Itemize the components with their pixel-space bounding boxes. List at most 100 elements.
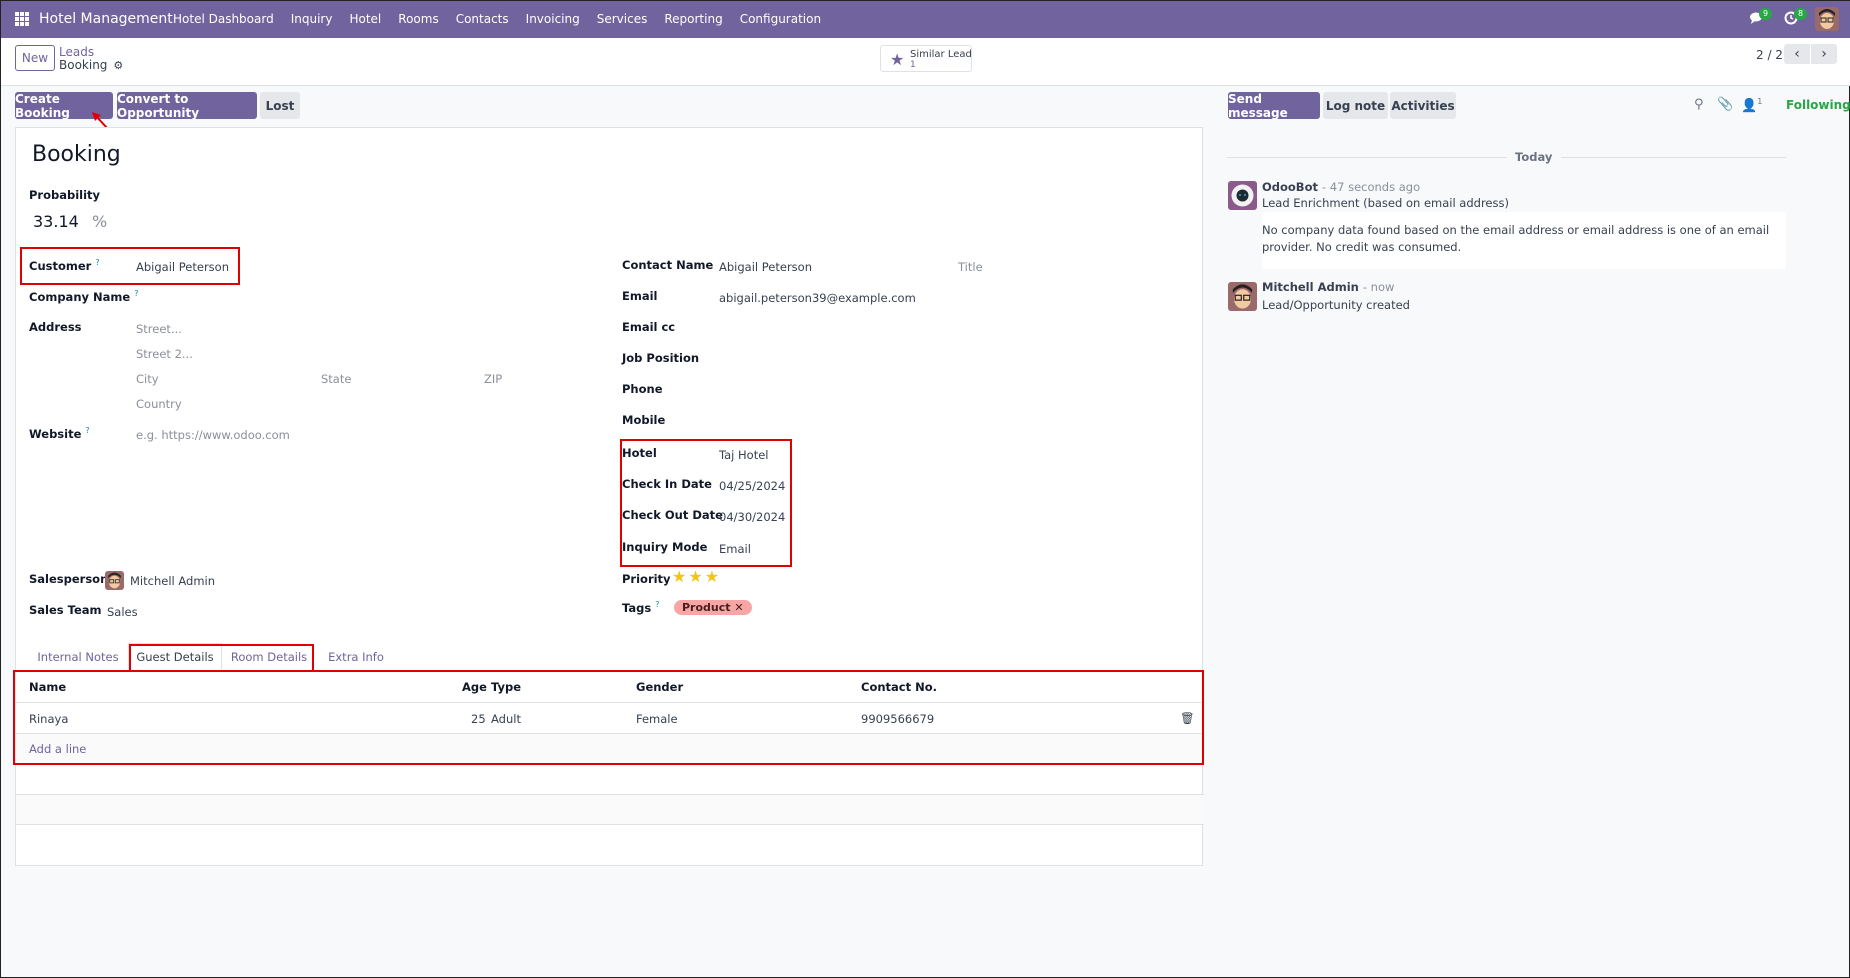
phone-label: Phone bbox=[622, 382, 663, 396]
cell-gender[interactable]: Female bbox=[636, 712, 678, 726]
top-navbar: Hotel Management Hotel Dashboard Inquiry… bbox=[1, 1, 1850, 38]
message-subject: Lead Enrichment (based on email address) bbox=[1262, 196, 1509, 210]
customer-label: Customer ? bbox=[29, 258, 100, 273]
col-name[interactable]: Name bbox=[29, 680, 66, 694]
pager-next-button[interactable]: › bbox=[1811, 44, 1837, 64]
email-cc-label: Email cc bbox=[622, 320, 676, 334]
priority-star-1[interactable]: ★ bbox=[672, 567, 688, 586]
gear-icon[interactable]: ⚙ bbox=[113, 59, 123, 72]
city-input[interactable]: City bbox=[136, 372, 159, 386]
menu-services[interactable]: Services bbox=[597, 12, 648, 26]
app-name[interactable]: Hotel Management bbox=[39, 11, 173, 27]
odoobot-avatar[interactable] bbox=[1228, 181, 1257, 210]
job-position-label: Job Position bbox=[622, 351, 700, 365]
sales-team-field[interactable]: Sales bbox=[107, 605, 138, 619]
cell-type[interactable]: Adult bbox=[491, 712, 521, 726]
probability-input[interactable]: 33.14 bbox=[33, 212, 79, 231]
check-out-label: Check Out Date bbox=[622, 508, 723, 522]
control-panel: New Leads Booking ⚙ ★ Similar Lead 1 2 /… bbox=[1, 38, 1850, 86]
chevron-right-icon: › bbox=[1821, 46, 1827, 62]
date-separator: Today bbox=[1515, 150, 1553, 164]
new-button[interactable]: New bbox=[15, 45, 55, 71]
inquiry-mode-field[interactable]: Email bbox=[719, 542, 751, 556]
col-gender[interactable]: Gender bbox=[636, 680, 683, 694]
priority-widget: ★★★ bbox=[672, 567, 721, 586]
company-name-label: Company Name ? bbox=[29, 289, 139, 304]
menu-rooms[interactable]: Rooms bbox=[398, 12, 438, 26]
user-avatar[interactable] bbox=[1815, 7, 1839, 31]
convert-to-opportunity-button[interactable]: Convert to Opportunity bbox=[117, 92, 257, 120]
check-out-field[interactable]: 04/30/2024 bbox=[719, 510, 785, 524]
activities-button[interactable]: 8 bbox=[1784, 8, 1808, 28]
pager-value[interactable]: 2 / 2 bbox=[1756, 48, 1783, 62]
street-input[interactable]: Street... bbox=[136, 322, 182, 336]
tab-extra-info[interactable]: Extra Info bbox=[316, 643, 396, 671]
state-input[interactable]: State bbox=[321, 372, 351, 386]
form-sheet: Booking Probability 33.14 % Customer ? A… bbox=[13, 127, 1204, 866]
search-icon[interactable]: ⚲ bbox=[1694, 97, 1704, 112]
help-icon[interactable]: ? bbox=[655, 600, 659, 609]
chevron-left-icon: ‹ bbox=[1794, 46, 1800, 62]
col-type[interactable]: Type bbox=[491, 680, 521, 694]
add-a-line-link[interactable]: Add a line bbox=[29, 742, 86, 756]
tags-label: Tags ? bbox=[622, 600, 660, 615]
messages-button[interactable]: 9 bbox=[1749, 8, 1773, 28]
priority-star-3[interactable]: ★ bbox=[705, 567, 721, 586]
title-input[interactable]: Title bbox=[958, 260, 983, 274]
menu-inquiry[interactable]: Inquiry bbox=[291, 12, 333, 26]
menu-contacts[interactable]: Contacts bbox=[456, 12, 509, 26]
inquiry-mode-label: Inquiry Mode bbox=[622, 540, 708, 554]
table-row[interactable]: Rinaya 25 Adult Female 9909566679 🗑 bbox=[16, 703, 1204, 734]
cell-contact[interactable]: 9909566679 bbox=[861, 712, 934, 726]
tab-guest-details[interactable]: Guest Details bbox=[128, 643, 222, 671]
help-icon[interactable]: ? bbox=[95, 258, 99, 267]
pager-previous-button[interactable]: ‹ bbox=[1784, 44, 1810, 64]
check-in-field[interactable]: 04/25/2024 bbox=[719, 479, 785, 493]
similar-lead-button[interactable]: ★ Similar Lead 1 bbox=[880, 45, 972, 72]
apps-menu-icon[interactable] bbox=[15, 12, 29, 26]
street2-input[interactable]: Street 2... bbox=[136, 347, 193, 361]
priority-star-2[interactable]: ★ bbox=[688, 567, 704, 586]
similar-lead-label: Similar Lead bbox=[910, 49, 972, 60]
empty-row bbox=[16, 795, 1204, 825]
star-icon: ★ bbox=[890, 50, 905, 69]
lost-button[interactable]: Lost bbox=[260, 92, 300, 119]
menu-hotel-dashboard[interactable]: Hotel Dashboard bbox=[173, 12, 274, 26]
hotel-field[interactable]: Taj Hotel bbox=[719, 448, 768, 462]
menu-configuration[interactable]: Configuration bbox=[740, 12, 821, 26]
zip-input[interactable]: ZIP bbox=[484, 372, 502, 386]
send-message-button[interactable]: Send message bbox=[1228, 92, 1320, 120]
log-note-button[interactable]: Log note bbox=[1323, 92, 1388, 119]
col-age[interactable]: Age bbox=[462, 680, 487, 694]
salesperson-label: Salesperson bbox=[29, 572, 109, 586]
tab-room-details[interactable]: Room Details bbox=[222, 643, 316, 671]
cell-age[interactable]: 25 bbox=[471, 712, 486, 726]
mitchell-admin-avatar[interactable] bbox=[1228, 282, 1257, 311]
followers-icon[interactable]: 👤1 bbox=[1741, 97, 1762, 113]
tab-internal-notes[interactable]: Internal Notes bbox=[28, 643, 128, 671]
menu-hotel[interactable]: Hotel bbox=[349, 12, 381, 26]
following-button[interactable]: Following bbox=[1786, 98, 1850, 112]
email-field[interactable]: abigail.peterson39@example.com bbox=[719, 291, 916, 305]
cell-name[interactable]: Rinaya bbox=[29, 712, 68, 726]
paperclip-icon[interactable]: 📎 bbox=[1717, 97, 1733, 112]
remove-tag-icon[interactable]: ✕ bbox=[734, 601, 743, 614]
breadcrumb-leads[interactable]: Leads bbox=[59, 45, 94, 59]
check-in-label: Check In Date bbox=[622, 477, 712, 491]
country-input[interactable]: Country bbox=[136, 397, 182, 411]
customer-field[interactable]: Abigail Peterson bbox=[136, 260, 229, 274]
col-contact[interactable]: Contact No. bbox=[861, 680, 937, 694]
empty-row bbox=[16, 764, 1204, 795]
similar-lead-count: 1 bbox=[910, 60, 916, 70]
salesperson-field[interactable]: Mitchell Admin bbox=[130, 574, 215, 588]
activities-button[interactable]: Activities bbox=[1390, 92, 1456, 119]
help-icon[interactable]: ? bbox=[134, 289, 138, 298]
trash-icon[interactable]: 🗑 bbox=[1180, 711, 1195, 725]
contact-name-field[interactable]: Abigail Peterson bbox=[719, 260, 812, 274]
lead-title[interactable]: Booking bbox=[32, 142, 121, 167]
help-icon[interactable]: ? bbox=[85, 426, 89, 435]
add-line-row: Add a line bbox=[16, 734, 1204, 764]
menu-reporting[interactable]: Reporting bbox=[664, 12, 722, 26]
website-input[interactable]: e.g. https://www.odoo.com bbox=[136, 428, 290, 442]
menu-invoicing[interactable]: Invoicing bbox=[526, 12, 580, 26]
